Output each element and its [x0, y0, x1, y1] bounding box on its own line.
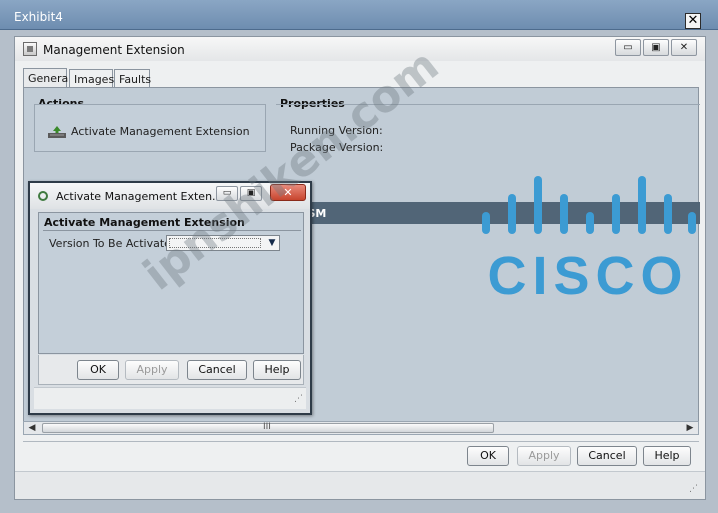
dialog-section-title: Activate Management Extension — [44, 216, 245, 229]
dialog-status-bar: ⋰ — [34, 387, 306, 409]
activate-extension-icon — [48, 126, 66, 138]
app-icon — [23, 42, 37, 56]
package-version-label: Package Version: — [290, 141, 384, 154]
dialog-app-icon — [38, 191, 48, 201]
dialog-ok-button[interactable]: OK — [77, 360, 119, 380]
tab-images[interactable]: Images — [69, 69, 114, 88]
dialog-maximize-button[interactable]: ▣ — [240, 186, 262, 201]
cancel-button[interactable]: Cancel — [577, 446, 637, 466]
status-bar: ⋰ — [15, 471, 705, 499]
dialog-close-button[interactable]: ✕ — [270, 184, 306, 201]
activate-extension-dialog: Activate Management Exten... ▭ ▣ ✕ Activ… — [28, 181, 312, 415]
dialog-help-button[interactable]: Help — [253, 360, 301, 380]
scrollbar-grip: III — [263, 422, 271, 432]
dialog-title: Activate Management Exten... — [56, 190, 223, 203]
dialog-content: Activate Management Extension Version To… — [38, 212, 304, 354]
version-select[interactable]: ▼ — [166, 235, 280, 251]
scrollbar-thumb[interactable]: III — [42, 422, 494, 433]
apply-button[interactable]: Apply — [517, 446, 571, 466]
tab-faults[interactable]: Faults — [114, 69, 151, 88]
button-bar-divider — [23, 441, 699, 442]
exhibit-titlebar: Exhibit4 ✕ — [0, 0, 718, 30]
dialog-titlebar: Activate Management Exten... ▭ ▣ ✕ — [30, 183, 310, 209]
dialog-apply-button[interactable]: Apply — [125, 360, 179, 380]
scroll-left-icon[interactable]: ◀ — [26, 423, 38, 434]
dialog-button-bar: OK Apply Cancel Help — [38, 355, 304, 385]
version-field-label: Version To Be Activated: — [49, 237, 182, 250]
resize-grip-icon[interactable]: ⋰ — [689, 484, 698, 494]
exhibit-title: Exhibit4 — [14, 10, 63, 24]
horizontal-scrollbar[interactable]: ◀ III ▶ — [23, 421, 699, 435]
minimize-button[interactable]: ▭ — [615, 39, 641, 56]
exhibit-close-button[interactable]: ✕ — [685, 13, 701, 29]
dialog-section-divider — [43, 230, 301, 231]
close-button[interactable]: ✕ — [671, 39, 697, 56]
svg-text:CISCO: CISCO — [487, 246, 688, 302]
properties-divider — [276, 104, 700, 105]
tab-general[interactable]: General — [23, 68, 71, 88]
actions-box: Activate Management Extension — [34, 104, 266, 152]
cisco-logo: CISCO — [482, 176, 696, 302]
help-button[interactable]: Help — [643, 446, 691, 466]
version-select-value — [169, 238, 261, 248]
dialog-minimize-button[interactable]: ▭ — [216, 186, 238, 201]
maximize-button[interactable]: ▣ — [643, 39, 669, 56]
dialog-cancel-button[interactable]: Cancel — [187, 360, 247, 380]
activate-management-extension-link[interactable]: Activate Management Extension — [71, 125, 250, 138]
chevron-down-icon[interactable]: ▼ — [265, 236, 279, 250]
dialog-resize-grip-icon[interactable]: ⋰ — [294, 394, 303, 404]
window-title: Management Extension — [43, 43, 185, 57]
scroll-right-icon[interactable]: ▶ — [684, 423, 696, 434]
window-titlebar: Management Extension ▭ ▣ ✕ — [15, 37, 705, 61]
running-version-label: Running Version: — [290, 124, 383, 137]
ok-button[interactable]: OK — [467, 446, 509, 466]
